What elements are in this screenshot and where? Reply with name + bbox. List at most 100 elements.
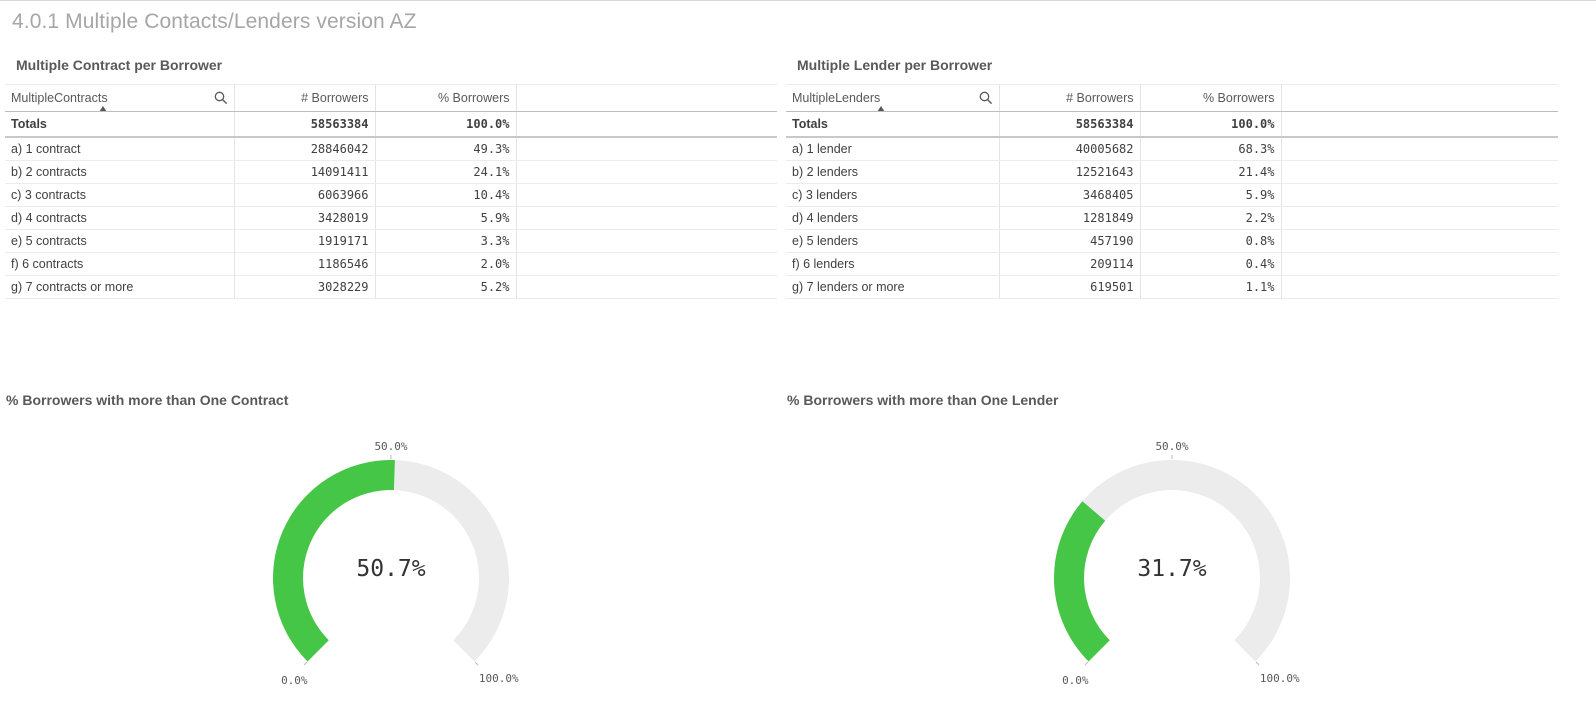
row-pct: 0.4%	[1140, 252, 1282, 276]
totals-pct: 100.0%	[1140, 111, 1282, 138]
row-label[interactable]: g) 7 contracts or more	[5, 275, 235, 299]
header-borrowers-count[interactable]: # Borrowers	[234, 84, 376, 112]
row-label[interactable]: c) 3 lenders	[786, 183, 1000, 207]
row-pct: 24.1%	[375, 160, 517, 184]
top-divider	[0, 0, 1596, 1]
row-pct: 10.4%	[375, 183, 517, 207]
gauge-lenders[interactable]: 50.0% 0.0% 100.0% 31.7%	[1037, 436, 1327, 687]
dimension-header-multiplelenders[interactable]: MultipleLenders	[786, 84, 1000, 112]
table-row[interactable]: b) 2 contracts 14091411 24.1%	[5, 160, 777, 184]
gauge-contracts[interactable]: 50.0% 0.0% 100.0% 50.7%	[256, 436, 546, 687]
totals-row: Totals 58563384 100.0%	[5, 111, 777, 138]
row-borrowers: 457190	[999, 229, 1141, 253]
row-borrowers: 3468405	[999, 183, 1141, 207]
row-pct: 5.2%	[375, 275, 517, 299]
totals-borrowers: 58563384	[234, 111, 376, 138]
row-label[interactable]: a) 1 contract	[5, 137, 235, 161]
row-borrowers: 3428019	[234, 206, 376, 230]
row-label[interactable]: b) 2 contracts	[5, 160, 235, 184]
table-row[interactable]: g) 7 lenders or more 619501 1.1%	[786, 275, 1558, 299]
search-icon[interactable]	[214, 91, 228, 105]
table-row[interactable]: f) 6 contracts 1186546 2.0%	[5, 252, 777, 276]
row-pct: 0.8%	[1140, 229, 1282, 253]
dimension-header-multiplecontracts[interactable]: MultipleContracts	[5, 84, 235, 112]
row-label[interactable]: e) 5 lenders	[786, 229, 1000, 253]
row-label[interactable]: a) 1 lender	[786, 137, 1000, 161]
row-borrowers: 1281849	[999, 206, 1141, 230]
header-borrowers-pct[interactable]: % Borrowers	[1140, 84, 1282, 112]
row-borrowers: 209114	[999, 252, 1141, 276]
lenders-table-title: Multiple Lender per Borrower	[797, 57, 993, 73]
gauge-tick	[474, 661, 479, 666]
row-pct: 2.0%	[375, 252, 517, 276]
row-label[interactable]: d) 4 contracts	[5, 206, 235, 230]
table-row[interactable]: a) 1 contract 28846042 49.3%	[5, 137, 777, 161]
gauge-contracts-title: % Borrowers with more than One Contract	[6, 392, 289, 408]
gauge-lenders-title: % Borrowers with more than One Lender	[787, 392, 1059, 408]
gauge-mid-label: 50.0%	[374, 440, 407, 453]
search-icon[interactable]	[979, 91, 993, 105]
gauge-min-label: 0.0%	[281, 674, 308, 687]
gauge-value-arc[interactable]	[1054, 501, 1110, 662]
row-pct: 1.1%	[1140, 275, 1282, 299]
row-borrowers: 28846042	[234, 137, 376, 161]
totals-row: Totals 58563384 100.0%	[786, 111, 1558, 138]
row-label[interactable]: g) 7 lenders or more	[786, 275, 1000, 299]
row-pct: 49.3%	[375, 137, 517, 161]
row-label[interactable]: d) 4 lenders	[786, 206, 1000, 230]
row-borrowers: 1919171	[234, 229, 376, 253]
header-borrowers-pct[interactable]: % Borrowers	[375, 84, 517, 112]
table-row[interactable]: b) 2 lenders 12521643 21.4%	[786, 160, 1558, 184]
table-row[interactable]: d) 4 contracts 3428019 5.9%	[5, 206, 777, 230]
row-borrowers: 40005682	[999, 137, 1141, 161]
sort-ascending-icon	[877, 106, 885, 111]
row-pct: 68.3%	[1140, 137, 1282, 161]
table-row[interactable]: d) 4 lenders 1281849 2.2%	[786, 206, 1558, 230]
row-label[interactable]: b) 2 lenders	[786, 160, 1000, 184]
sheet-title: 4.0.1 Multiple Contacts/Lenders version …	[12, 10, 417, 33]
gauge-mid-label: 50.0%	[1155, 440, 1188, 453]
gauge-max-label: 100.0%	[479, 672, 519, 685]
gauge-max-label: 100.0%	[1260, 672, 1300, 685]
lenders-table: MultipleLenders # Borrowers % Borrowers …	[786, 84, 1558, 299]
row-borrowers: 1186546	[234, 252, 376, 276]
totals-label: Totals	[5, 111, 235, 138]
header-empty	[516, 84, 777, 112]
row-borrowers: 14091411	[234, 160, 376, 184]
row-pct: 21.4%	[1140, 160, 1282, 184]
gauge-value-label: 31.7%	[1137, 556, 1206, 582]
row-label[interactable]: c) 3 contracts	[5, 183, 235, 207]
table-row[interactable]: f) 6 lenders 209114 0.4%	[786, 252, 1558, 276]
totals-label: Totals	[786, 111, 1000, 138]
row-borrowers: 619501	[999, 275, 1141, 299]
header-borrowers-count[interactable]: # Borrowers	[999, 84, 1141, 112]
row-label[interactable]: e) 5 contracts	[5, 229, 235, 253]
table-row[interactable]: c) 3 lenders 3468405 5.9%	[786, 183, 1558, 207]
totals-borrowers: 58563384	[999, 111, 1141, 138]
row-pct: 5.9%	[1140, 183, 1282, 207]
row-label[interactable]: f) 6 contracts	[5, 252, 235, 276]
dimension-header-label: MultipleContracts	[11, 91, 108, 105]
totals-pct: 100.0%	[375, 111, 517, 138]
table-row[interactable]: g) 7 contracts or more 3028229 5.2%	[5, 275, 777, 299]
row-pct: 5.9%	[375, 206, 517, 230]
table-row[interactable]: c) 3 contracts 6063966 10.4%	[5, 183, 777, 207]
gauge-tick	[1255, 661, 1260, 666]
gauge-tick	[1084, 661, 1089, 666]
dimension-header-label: MultipleLenders	[792, 91, 881, 105]
contracts-table-title: Multiple Contract per Borrower	[16, 57, 223, 73]
row-pct: 3.3%	[375, 229, 517, 253]
row-label[interactable]: f) 6 lenders	[786, 252, 1000, 276]
table-row[interactable]: e) 5 contracts 1919171 3.3%	[5, 229, 777, 253]
contracts-table: MultipleContracts # Borrowers % Borrower…	[5, 84, 777, 299]
header-empty	[1281, 84, 1558, 112]
table-header-row: MultipleLenders # Borrowers % Borrowers	[786, 84, 1558, 112]
table-row[interactable]: a) 1 lender 40005682 68.3%	[786, 137, 1558, 161]
gauge-min-label: 0.0%	[1062, 674, 1089, 687]
table-header-row: MultipleContracts # Borrowers % Borrower…	[5, 84, 777, 112]
row-pct: 2.2%	[1140, 206, 1282, 230]
gauge-tick	[303, 661, 308, 666]
row-borrowers: 3028229	[234, 275, 376, 299]
sort-ascending-icon	[99, 106, 107, 111]
table-row[interactable]: e) 5 lenders 457190 0.8%	[786, 229, 1558, 253]
